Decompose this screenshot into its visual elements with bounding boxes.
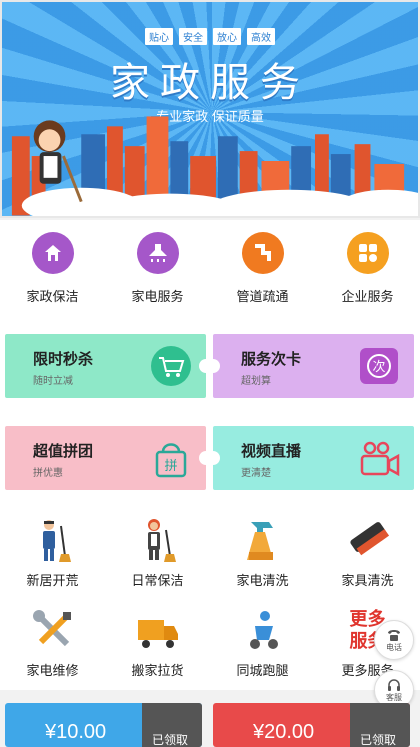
grid-apps-icon: [346, 232, 389, 274]
phone-label: 电话: [386, 642, 402, 652]
card-title: 服务次卡: [241, 352, 302, 368]
banner-tag: 安全: [179, 28, 207, 45]
spray-bottle-icon: [246, 522, 273, 560]
service-label: 家电清洗: [236, 573, 289, 588]
card-subtitle: 超划算: [241, 376, 271, 387]
service-moving[interactable]: 搬家拉货: [105, 600, 210, 688]
card-live-video[interactable]: 视频直播 更清楚: [206, 426, 414, 490]
category-housekeeping[interactable]: 家政保洁: [0, 220, 105, 320]
voucher-claimed-label: 已领取: [142, 703, 202, 747]
card-subtitle: 拼优惠: [33, 468, 63, 479]
promo-cards: 限时秒杀 随时立减 服务次卡 超划算 次 超值拼团 拼优惠 拼 视频直播 更清楚: [0, 320, 420, 510]
service-furniture-wash[interactable]: 家具清洗: [315, 510, 420, 598]
card-badge: 拼: [164, 459, 177, 474]
service-new-home-clean[interactable]: 新居开荒: [0, 510, 105, 598]
banner-tag: 高效: [247, 28, 275, 45]
pipe-icon: [241, 232, 284, 274]
voucher-claimed-label: 已领取: [350, 703, 410, 747]
card-subtitle: 随时立减: [33, 376, 73, 387]
banner-title: 家政服务: [110, 60, 310, 105]
category-label: 企业服务: [341, 289, 394, 304]
truck-icon: [137, 620, 178, 648]
card-title: 视频直播: [241, 444, 302, 460]
service-label: 家电维修: [26, 663, 79, 678]
category-grid: 家政保洁 家电服务 管道疏通 企业服务: [0, 220, 420, 320]
category-appliance[interactable]: 家电服务: [105, 220, 210, 320]
headset-icon: [388, 678, 400, 691]
card-notch: [206, 359, 220, 373]
service-errand[interactable]: 同城跑腿: [210, 600, 315, 688]
category-enterprise[interactable]: 企业服务: [315, 220, 420, 320]
wrench-screwdriver-icon: [32, 610, 71, 647]
phone-icon: [388, 629, 400, 641]
card-title: 超值拼团: [33, 444, 94, 460]
voucher-amount: ¥20.00: [253, 721, 315, 743]
category-label: 管道疏通: [236, 289, 289, 304]
card-subtitle: 更清楚: [241, 468, 271, 479]
hero-banner[interactable]: 贴心 安全 放心 高效 家政服务 专业家政 保证质量: [0, 0, 420, 218]
card-service-card[interactable]: 服务次卡 超划算 次: [206, 334, 414, 398]
house-icon: [31, 232, 74, 274]
home-page: 贴心 安全 放心 高效 家政服务 专业家政 保证质量 家政保洁 家电服务 管道疏…: [0, 0, 420, 747]
category-label: 家电服务: [131, 289, 184, 304]
cleaner-woman-icon: [147, 519, 176, 562]
worker-broom-icon: [42, 520, 71, 562]
category-pipe[interactable]: 管道疏通: [210, 220, 315, 320]
category-label: 家政保洁: [26, 289, 79, 304]
services-grid: 新居开荒 日常保洁 家电清洗 家具清洗 家电维修 搬家拉货 同城跑腿 更多服务 …: [0, 510, 420, 690]
service-appliance-repair[interactable]: 家电维修: [0, 600, 105, 688]
banner-tag: 贴心: [145, 28, 173, 45]
customer-service-label: 客服: [386, 692, 402, 702]
city-skyline-illustration: [11, 116, 418, 216]
service-label: 同城跑腿: [236, 663, 289, 678]
service-label: 家具清洗: [341, 573, 394, 588]
video-camera-icon: [360, 441, 400, 477]
voucher-amount: ¥10.00: [45, 721, 107, 743]
card-badge: 次: [372, 359, 385, 375]
service-appliance-wash[interactable]: 家电清洗: [210, 510, 315, 598]
banner-tags: 贴心 安全 放心 高效: [2, 28, 418, 45]
card-notch: [206, 451, 220, 465]
group-bag-icon: 拼: [155, 443, 187, 478]
service-label: 搬家拉货: [131, 663, 184, 678]
voucher-20[interactable]: ¥20.00 已领取: [213, 703, 410, 747]
phone-button[interactable]: 电话: [374, 620, 414, 660]
courier-icon: [249, 611, 278, 649]
card-title: 限时秒杀: [33, 352, 94, 368]
service-label: 新居开荒: [26, 573, 79, 588]
ci-card-icon: 次: [360, 348, 398, 384]
service-label: 日常保洁: [131, 573, 184, 588]
range-hood-icon: [136, 232, 179, 274]
voucher-10[interactable]: ¥10.00 已领取: [5, 703, 202, 747]
service-daily-clean[interactable]: 日常保洁: [105, 510, 210, 598]
cart-icon: [151, 346, 191, 386]
card-group-buy[interactable]: 超值拼团 拼优惠 拼: [5, 426, 213, 490]
banner-tag: 放心: [213, 28, 241, 45]
brush-icon: [349, 522, 389, 556]
card-flash-sale[interactable]: 限时秒杀 随时立减: [5, 334, 213, 398]
